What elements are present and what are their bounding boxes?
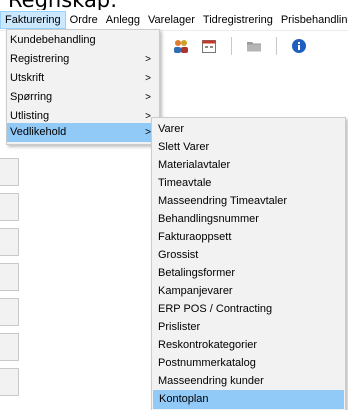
- menu-item-sporring[interactable]: Spørring >: [7, 88, 159, 107]
- toolbar-separator: [276, 37, 277, 55]
- side-tab[interactable]: [0, 368, 19, 396]
- menu-item-label: Kundebehandling: [10, 34, 96, 46]
- menu-fakturering[interactable]: Fakturering: [0, 11, 66, 29]
- side-tab[interactable]: [0, 333, 19, 361]
- menu-item-label: Prislister: [158, 321, 201, 333]
- menu-ordre[interactable]: Ordre: [66, 11, 102, 29]
- menu-tidregistrering[interactable]: Tidregistrering: [199, 11, 277, 29]
- menu-item-kampanjevarer[interactable]: Kampanjevarer: [152, 282, 345, 301]
- menu-item-label: ERP POS / Contracting: [158, 303, 273, 315]
- menu-item-reskontrokategorier[interactable]: Reskontrokategorier: [152, 336, 345, 355]
- menu-item-label: Postnummerkatalog: [158, 357, 256, 369]
- menu-item-kundebehandling[interactable]: Kundebehandling: [7, 31, 159, 50]
- menu-prisbehandling[interactable]: Prisbehandling: [277, 11, 348, 29]
- menu-item-label: Fakturaoppsett: [158, 231, 232, 243]
- info-icon[interactable]: [290, 37, 308, 55]
- vedlikehold-submenu: Varer Slett Varer Materialavtaler Timeav…: [151, 117, 346, 410]
- menu-item-vedlikehold[interactable]: Vedlikehold >: [7, 123, 159, 142]
- menubar: Fakturering Ordre Anlegg Varelager Tidre…: [0, 10, 348, 31]
- side-tab[interactable]: [0, 263, 19, 291]
- fakturering-dropdown-menu: Kundebehandling Registrering > Utskrift …: [6, 29, 160, 145]
- menu-item-varer[interactable]: Varer: [152, 120, 345, 139]
- menu-item-registrering[interactable]: Registrering >: [7, 50, 159, 69]
- side-tab[interactable]: [0, 158, 19, 186]
- menu-item-label: Utskrift: [10, 72, 45, 84]
- submenu-arrow-icon: >: [145, 54, 151, 65]
- menu-item-label: Grossist: [158, 249, 199, 261]
- side-tab[interactable]: [0, 193, 19, 221]
- menu-item-kontoplan[interactable]: Kontoplan: [153, 390, 344, 409]
- menu-item-slett-varer[interactable]: Slett Varer: [152, 138, 345, 157]
- menu-item-label: Kampanjevarer: [158, 285, 233, 297]
- menu-item-behandlingsnummer[interactable]: Behandlingsnummer: [152, 210, 345, 229]
- menu-varelager[interactable]: Varelager: [144, 11, 199, 29]
- menu-item-erp-pos-contracting[interactable]: ERP POS / Contracting: [152, 300, 345, 319]
- menu-item-postnummerkatalog[interactable]: Postnummerkatalog: [152, 354, 345, 373]
- menu-item-label: Registrering: [10, 53, 70, 65]
- side-tab[interactable]: [0, 298, 19, 326]
- people-icon[interactable]: [172, 37, 190, 55]
- menu-item-timeavtale[interactable]: Timeavtale: [152, 174, 345, 193]
- menu-item-label: Timeavtale: [158, 177, 212, 189]
- menu-item-fakturaoppsett[interactable]: Fakturaoppsett: [152, 228, 345, 247]
- calendar-icon[interactable]: [200, 37, 218, 55]
- menu-item-label: Vedlikehold: [10, 126, 67, 138]
- toolbar-separator: [231, 37, 232, 55]
- menu-item-masseendring-kunder[interactable]: Masseendring kunder: [152, 372, 345, 391]
- toolbar: [150, 34, 348, 58]
- submenu-arrow-icon: >: [145, 73, 151, 84]
- menu-item-label: Spørring: [10, 91, 53, 103]
- menu-item-label: Kontoplan: [159, 393, 209, 405]
- menu-item-materialavtaler[interactable]: Materialavtaler: [152, 156, 345, 175]
- menu-item-grossist[interactable]: Grossist: [152, 246, 345, 265]
- menu-item-label: Masseendring Timeavtaler: [158, 195, 288, 207]
- menu-item-label: Slett Varer: [158, 141, 210, 153]
- menu-item-label: Reskontrokategorier: [158, 339, 258, 351]
- menu-item-label: Varer: [158, 123, 185, 135]
- menu-item-label: Betalingsformer: [158, 267, 236, 279]
- menu-item-utskrift[interactable]: Utskrift >: [7, 69, 159, 88]
- menu-item-betalingsformer[interactable]: Betalingsformer: [152, 264, 345, 283]
- side-tab[interactable]: [0, 228, 19, 256]
- submenu-arrow-icon: >: [145, 92, 151, 103]
- menu-item-label: Materialavtaler: [158, 159, 231, 171]
- folder-icon[interactable]: [245, 37, 263, 55]
- menu-item-label: Behandlingsnummer: [158, 213, 259, 225]
- menu-anlegg[interactable]: Anlegg: [102, 11, 144, 29]
- menu-item-label: Masseendring kunder: [158, 375, 264, 387]
- menu-item-masseendring-timeavtaler[interactable]: Masseendring Timeavtaler: [152, 192, 345, 211]
- menu-item-prislister[interactable]: Prislister: [152, 318, 345, 337]
